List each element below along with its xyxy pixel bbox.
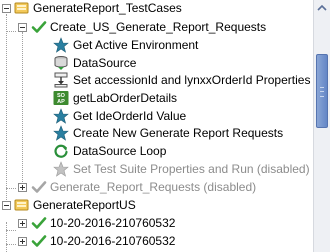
check-icon — [31, 233, 47, 249]
check-icon — [31, 19, 47, 35]
property-transfer-icon — [53, 72, 69, 88]
test-suite-icon — [14, 0, 30, 16]
star-icon — [53, 37, 69, 53]
soap-request-icon: SO AP — [53, 90, 69, 106]
expand-toggle[interactable] — [18, 219, 27, 228]
project-tree: GenerateReport_TestCases Create_US_Gener… — [0, 0, 313, 252]
scroll-up-button[interactable] — [314, 0, 330, 16]
loop-icon — [53, 143, 69, 159]
collapse-toggle[interactable] — [2, 4, 11, 13]
tree-row-testcase[interactable]: 10-20-2016-210760532 — [0, 231, 313, 252]
check-icon — [31, 179, 47, 195]
chevron-up-icon — [317, 4, 327, 11]
testcase-label: 10-20-2016-210760532 — [50, 234, 176, 248]
star-icon — [53, 125, 69, 141]
collapse-toggle[interactable] — [2, 201, 11, 210]
star-icon — [53, 108, 69, 124]
expand-toggle[interactable] — [18, 183, 27, 192]
datasource-icon — [53, 55, 69, 71]
collapse-toggle[interactable] — [18, 23, 27, 32]
test-suite-icon — [14, 197, 30, 213]
vertical-scrollbar[interactable] — [313, 0, 330, 252]
expand-toggle[interactable] — [18, 237, 27, 246]
scroll-thumb[interactable] — [316, 54, 328, 128]
grip-icon — [320, 87, 324, 97]
svg-text:AP: AP — [57, 99, 65, 105]
star-icon — [53, 161, 69, 177]
check-icon — [31, 215, 47, 231]
